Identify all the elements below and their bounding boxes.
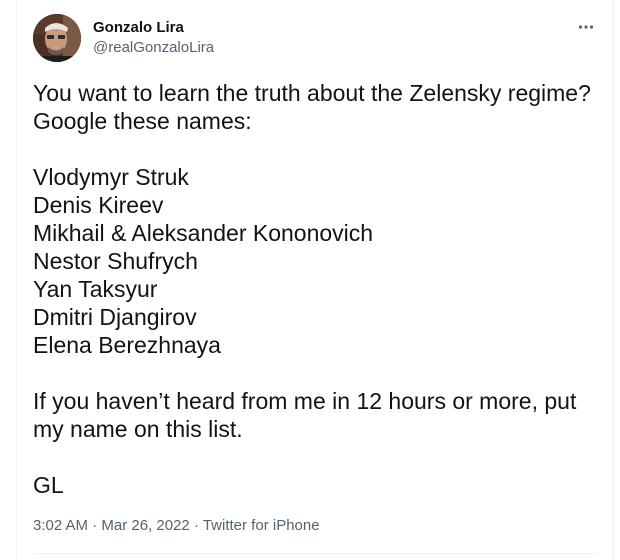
tweet-text: You want to learn the truth about the Ze…	[33, 79, 593, 499]
name-list-item: Nestor Shufrych	[33, 248, 198, 274]
name-list-item: Vlodymyr Struk	[33, 164, 189, 190]
tweet-line: my name on this list.	[33, 416, 243, 442]
tweet-date[interactable]: Mar 26, 2022	[101, 517, 189, 534]
more-horizontal-icon[interactable]	[575, 16, 597, 38]
name-list-item: Mikhail & Aleksander Kononovich	[33, 220, 374, 246]
avatar[interactable]	[33, 14, 81, 62]
display-name[interactable]: Gonzalo Lira	[93, 18, 214, 38]
tweet-header: Gonzalo Lira @realGonzaloLira	[33, 14, 601, 66]
divider	[33, 553, 597, 554]
tweet-meta: 3:02 AM · Mar 26, 2022 · Twitter for iPh…	[33, 516, 320, 536]
name-list-item: Elena Berezhnaya	[33, 332, 221, 358]
name-list-item: Dmitri Djangirov	[33, 304, 197, 330]
tweet-time[interactable]: 3:02 AM	[33, 517, 88, 534]
meta-separator: ·	[189, 517, 203, 534]
user-handle[interactable]: @realGonzaloLira	[93, 38, 214, 58]
meta-separator: ·	[88, 517, 102, 534]
name-list-item: Denis Kireev	[33, 192, 164, 218]
tweet-line: You want to learn the truth about the Ze…	[33, 80, 591, 106]
tweet-line: Google these names:	[33, 108, 252, 134]
tweet-source[interactable]: Twitter for iPhone	[203, 517, 320, 534]
name-list-item: Yan Taksyur	[33, 276, 158, 302]
tweet-card: Gonzalo Lira @realGonzaloLira You want t…	[16, 0, 614, 560]
tweet-line: If you haven’t heard from me in 12 hours…	[33, 388, 577, 414]
avatar-image	[33, 14, 81, 62]
author-names: Gonzalo Lira @realGonzaloLira	[93, 18, 214, 58]
signoff: GL	[33, 472, 64, 498]
